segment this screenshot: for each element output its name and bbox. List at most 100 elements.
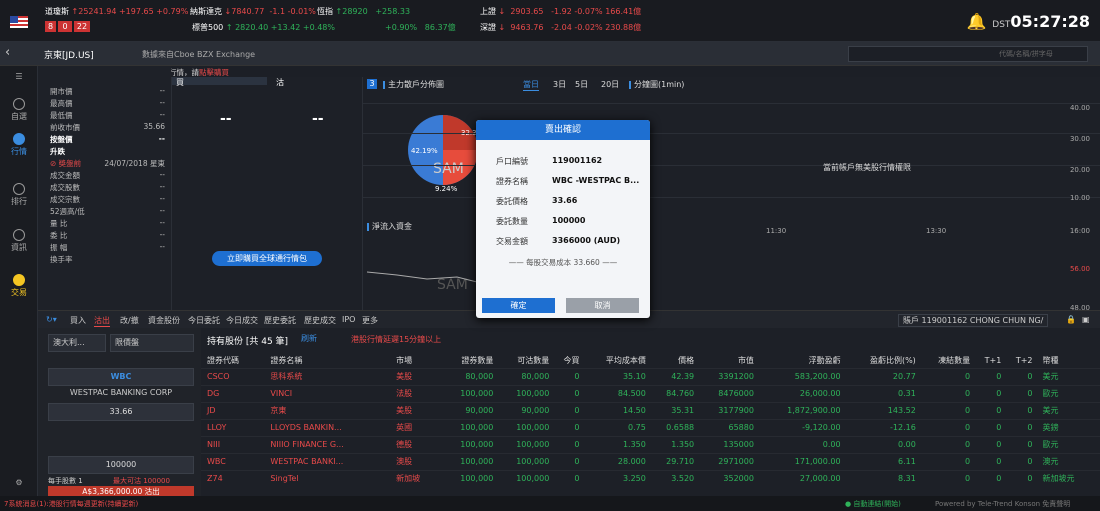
table-cell: 0 (919, 418, 975, 436)
nav-ranking[interactable]: 排行 (0, 183, 38, 207)
dialog-row: 委託數量 100000 (496, 216, 586, 226)
ticker-shanghai[interactable]: 上證 ↓ 2903.65 -1.92 -0.07% 166.41億 (480, 6, 641, 17)
ticker-shenzhen[interactable]: 深證 ↓ 9463.76 -2.04 -0.02% 230.88億 (480, 22, 641, 33)
table-cell: VINCI (264, 384, 391, 402)
table-cell: CSCO (201, 367, 265, 385)
quote-row: 升跌 (50, 147, 65, 156)
news-icon (13, 229, 25, 241)
quote-row: ⊘ 獎盤前 24/07/2018 星東 (50, 159, 165, 168)
tab-period-5d[interactable]: 5日 (575, 79, 588, 90)
order-type-select[interactable]: 限價盤 (110, 334, 194, 352)
tab-sell[interactable]: 沽出 (94, 315, 110, 327)
tab-ipo[interactable]: IPO (342, 315, 355, 324)
quote-row: 成交股數 -- (50, 182, 165, 192)
table-cell: 84.760 (649, 384, 699, 402)
table-cell: 3.520 (649, 469, 699, 487)
table-cell: 英國 (390, 418, 442, 436)
data-source: 數據來自Cboe BZX Exchange (142, 50, 256, 59)
table-cell: 0 (1005, 418, 1037, 436)
nav-trade[interactable]: 交易 (0, 274, 38, 298)
refresh-button[interactable]: 刷新 (301, 333, 317, 344)
confirm-button[interactable]: 確定 (482, 298, 555, 313)
col-header: 盈虧比例(%) (869, 355, 916, 365)
table-row[interactable]: NIII NIIIO FINANCE G... 德股 100,000 100,000 0 1… (201, 435, 1100, 453)
pie-label: 42.19% (411, 147, 438, 155)
table-row[interactable]: DG VINCI 法股 100,000 100,000 0 84.500 84.760 8476… (201, 384, 1100, 402)
ticker-dow[interactable]: 道瓊斯 ↑25241.94 +197.65 +0.79% (45, 6, 188, 17)
buy-link[interactable]: 點擊購買 (199, 68, 229, 77)
ticker-sp500[interactable]: 標普500 ↑ 2820.40 +13.42 +0.48% (192, 22, 335, 33)
menu-icon[interactable]: ☰ (0, 72, 38, 81)
tab-history-trades[interactable]: 歷史成交 (304, 315, 336, 326)
table-cell: 8.31 (844, 469, 920, 487)
quote-panel: 開市價 -- 最高價 -- 最低價 -- 前收市價 35.66 按盤價 -- 升跌 ⊘ 獎… (38, 66, 171, 310)
tab-period-today[interactable]: 當日 (523, 79, 539, 91)
x-tick: 13:30 (926, 227, 947, 235)
tab-more[interactable]: 更多 (362, 315, 378, 326)
tab-holdings[interactable]: 資金股份 (148, 315, 180, 326)
table-row[interactable]: Z74 SingTel 新加坡 100,000 100,000 0 3.250 3.520 35… (201, 469, 1100, 487)
nav-favorites[interactable]: 自選 (0, 98, 38, 122)
account-selector[interactable]: 賬戶 119001162 CHONG CHUN NG/ (898, 314, 1049, 327)
panel-number-badge: 3 (367, 79, 377, 89)
tab-period-3d[interactable]: 3日 (553, 79, 566, 90)
window-icon[interactable]: ▣ (1082, 315, 1090, 324)
table-row[interactable]: WBC WESTPAC BANKI... 澳股 100,000 100,000 0 28.0… (201, 452, 1100, 470)
tab-today-orders[interactable]: 今日委託 (188, 315, 220, 326)
stock-code-input[interactable]: WBC (48, 368, 194, 386)
table-cell: 0 (974, 384, 1006, 402)
ticker-nasdaq[interactable]: 納斯達克 ↓7840.77 -1.1 -0.01% (190, 6, 316, 17)
table-cell: 0.00 (844, 435, 920, 453)
table-cell: 0 (919, 469, 975, 487)
table-cell: SingTel (264, 469, 391, 487)
search-input[interactable]: 代碼/名稱/拼字母 (848, 46, 1088, 62)
cancel-button[interactable]: 取消 (566, 298, 639, 313)
tab-period-20d[interactable]: 20日 (601, 79, 619, 90)
sell-header: 沽 (276, 78, 284, 87)
price-input[interactable]: 33.66 (48, 403, 194, 421)
col-header: 凍結數量 (938, 355, 971, 365)
tab-buy[interactable]: 買入 (70, 315, 86, 326)
tab-today-trades[interactable]: 今日成交 (226, 315, 258, 326)
nav-quotes[interactable]: 行情 (0, 133, 38, 157)
col-header: T+2 (1015, 355, 1033, 365)
table-cell: 京東 (264, 401, 391, 419)
col-header: 證券代碼 (207, 355, 239, 365)
table-cell: 80,000 (441, 367, 498, 385)
ticker-hsi[interactable]: 恆指 ↑28920 +258.33 (317, 6, 410, 17)
y-tick: 40.00 (1069, 104, 1090, 112)
chart-area: 3 主力散戶分佈圖 當日 3日 5日 20日 分鐘圖(1min) 42.19% … (362, 77, 1100, 312)
stock-title: 京東[JD.US] (44, 51, 94, 61)
table-cell: 0 (919, 452, 975, 470)
market-select[interactable]: 澳大利... (48, 334, 106, 352)
refresh-dropdown-icon[interactable]: ↻▾ (46, 315, 57, 324)
col-header: 證券數量 (461, 355, 494, 365)
table-row[interactable]: CSCO 思科系統 美股 80,000 80,000 0 35.10 42.39 3391200… (201, 367, 1100, 385)
quote-row: 最高價 -- (50, 98, 165, 108)
table-cell: 0 (553, 384, 584, 402)
table-row[interactable]: LLOY LLOYDS BANKIN... 英國 100,000 100,000 0 0.7… (201, 418, 1100, 436)
table-cell: 0 (974, 435, 1006, 453)
table-cell: 29.710 (649, 452, 699, 470)
system-message[interactable]: 7系統消息(1):港股行情每週更新(持續更新) (4, 499, 138, 509)
holdings-panel: 持有股份 [共 45 筆] 刷新 港股行情延遲15分鐘以上 證券代碼 證券名稱 … (201, 328, 1100, 496)
table-row[interactable]: JD 京東 美股 90,000 90,000 0 14.50 35.31 3177900 1,87… (201, 401, 1100, 419)
tab-modify[interactable]: 改/撤 (120, 315, 139, 326)
settings-icon[interactable]: ⚙ (0, 478, 38, 487)
nav-news[interactable]: 資訊 (0, 229, 38, 253)
us-flag-icon[interactable] (10, 16, 28, 28)
table-cell: 143.52 (844, 401, 920, 419)
quote-row: 前收市價 35.66 (50, 122, 165, 132)
lock-icon[interactable]: 🔒 (1066, 315, 1076, 324)
bell-icon[interactable]: 🔔 (967, 12, 987, 31)
back-icon[interactable]: ‹ (5, 45, 10, 60)
table-cell: 0 (1005, 469, 1037, 487)
table-cell: WESTPAC BANKI... (264, 452, 391, 470)
table-cell: 美股 (390, 401, 442, 419)
quote-row: 按盤價 -- (50, 134, 165, 144)
quantity-input[interactable]: 100000 (48, 456, 194, 474)
quote-row: 量 比 -- (50, 218, 165, 228)
buy-data-package-button[interactable]: 立即購買全球通行情包 (212, 251, 322, 266)
col-header: 可沽數量 (517, 355, 550, 365)
tab-history-orders[interactable]: 歷史委託 (264, 315, 296, 326)
